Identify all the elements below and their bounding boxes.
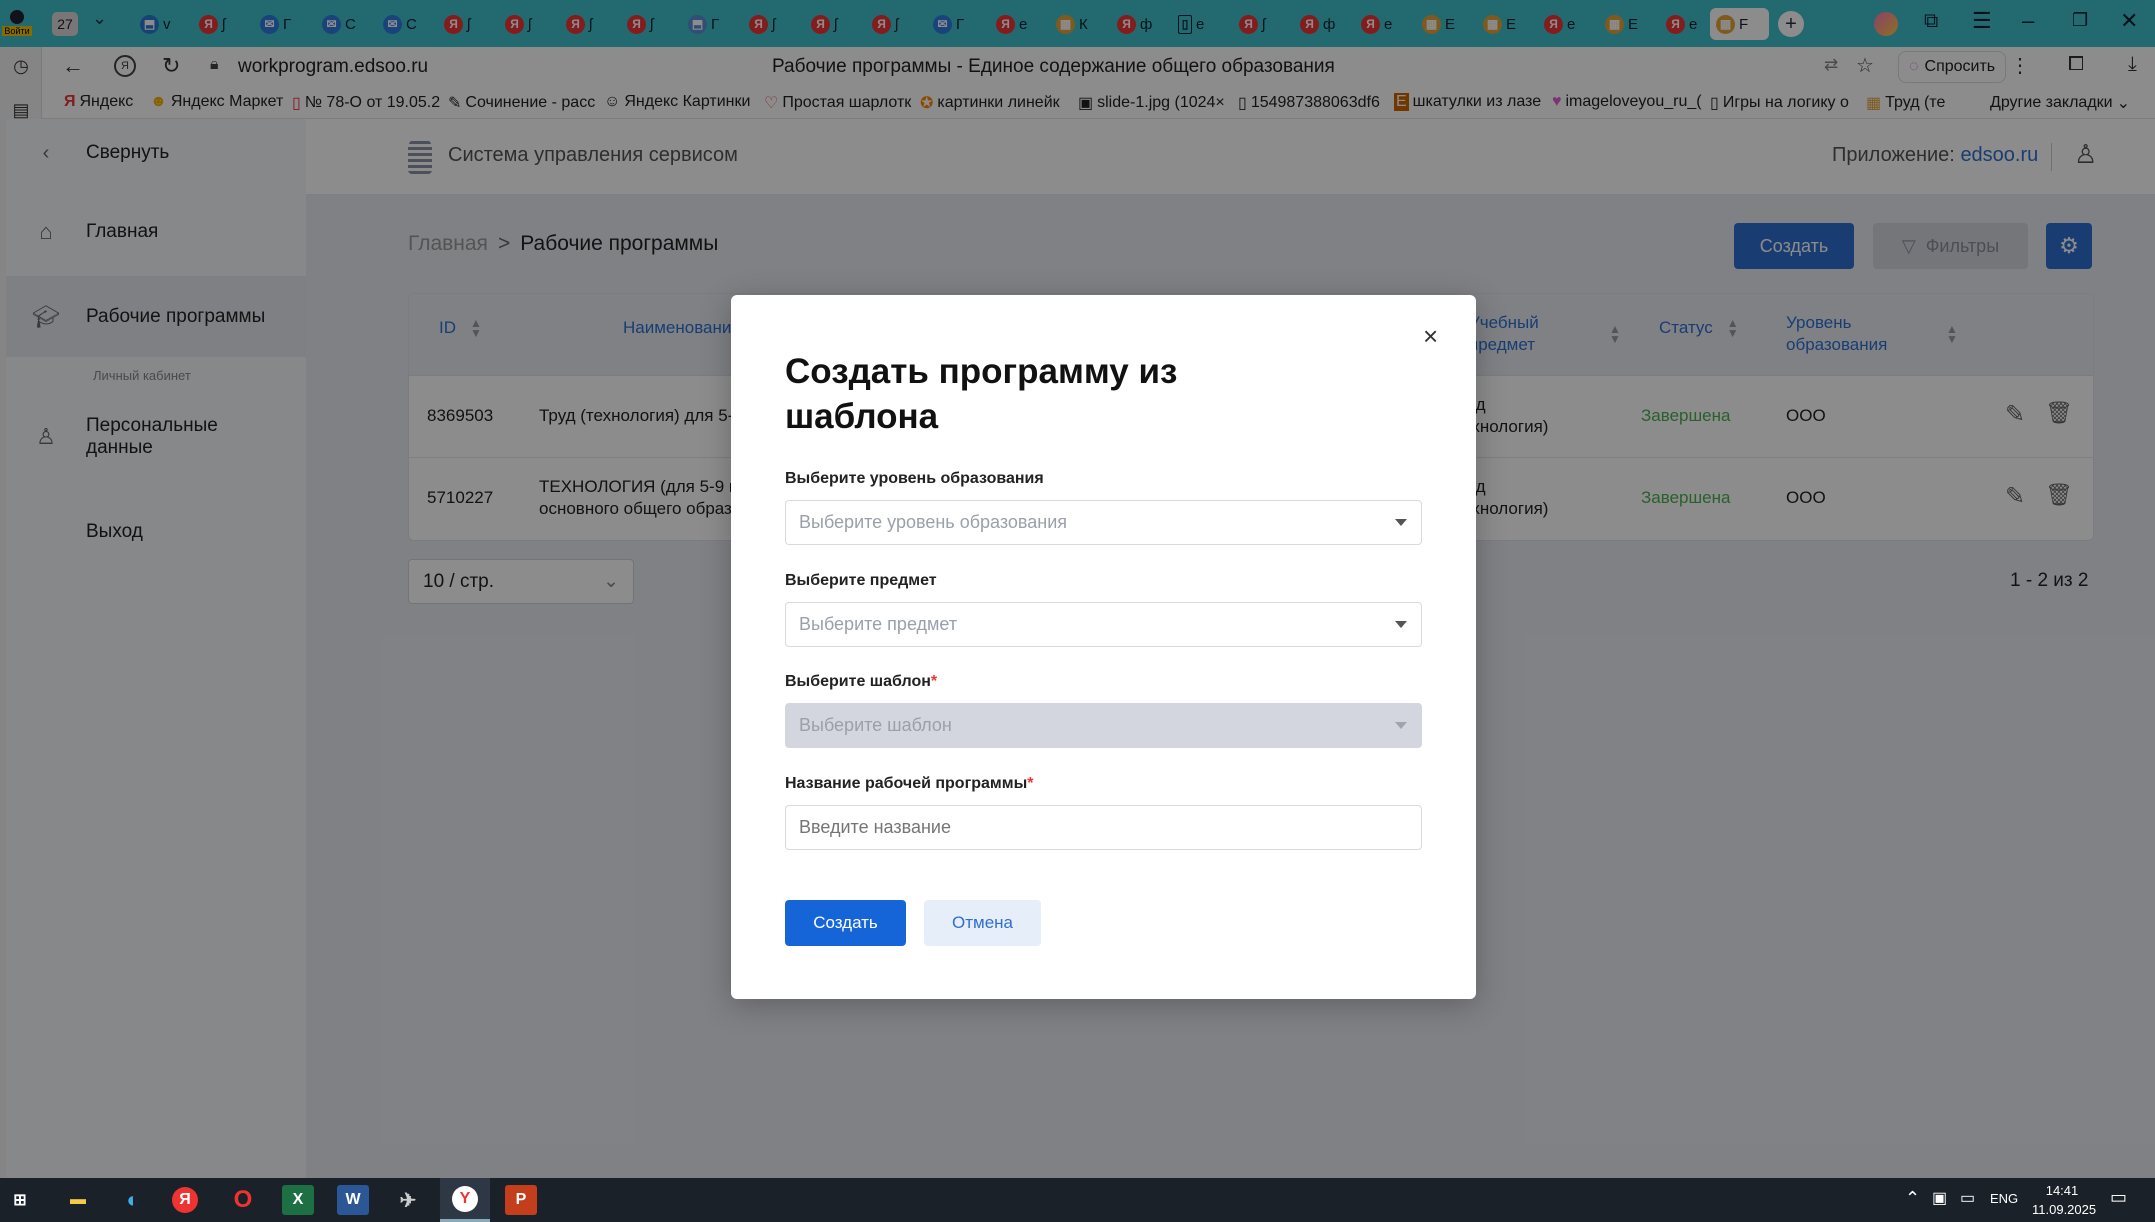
template-label: Выберите шаблон* [785, 673, 938, 690]
required-mark: * [930, 673, 938, 690]
caret-down-icon [1395, 621, 1407, 628]
modal-title: Создать программу из шаблона [785, 352, 1178, 436]
explorer-icon[interactable]: ▬ [62, 1185, 94, 1215]
caret-down-icon [1395, 722, 1407, 729]
edge-icon[interactable]: ◐ [117, 1185, 149, 1215]
level-select[interactable]: Выберите уровень образования [785, 500, 1422, 545]
yandex-browser-icon[interactable]: Y [440, 1178, 490, 1222]
app-icon[interactable]: ✈ [392, 1185, 424, 1215]
clock[interactable]: 14:41 11.09.2025 [2032, 1181, 2096, 1219]
powerpoint-icon[interactable]: P [505, 1185, 537, 1215]
opera-icon[interactable]: O [227, 1185, 259, 1215]
word-icon[interactable]: W [337, 1185, 369, 1215]
submit-button[interactable]: Создать [785, 900, 906, 946]
tray-display-icon[interactable]: ▭ [1960, 1188, 1975, 1208]
template-select[interactable]: Выберите шаблон [785, 703, 1422, 748]
taskbar: ⊞ ▬ ◐ Я O X W ✈ Y P ⌃ ▣ ▭ ENG 14:41 11.0… [0, 1178, 2155, 1222]
caret-down-icon [1395, 519, 1407, 526]
cancel-button[interactable]: Отмена [924, 900, 1041, 946]
name-label: Название рабочей программы* [785, 775, 1034, 792]
excel-icon[interactable]: X [282, 1185, 314, 1215]
subject-select[interactable]: Выберите предмет [785, 602, 1422, 647]
windows-start-icon[interactable]: ⊞ [4, 1185, 36, 1215]
language-indicator[interactable]: ENG [1990, 1191, 2018, 1206]
tray-network-icon[interactable]: ▣ [1932, 1188, 1947, 1208]
subject-label: Выберите предмет [785, 572, 937, 589]
tray-chevron-icon[interactable]: ⌃ [1905, 1188, 1920, 1209]
yandex-icon[interactable]: Я [172, 1187, 198, 1213]
close-icon[interactable]: × [1423, 321, 1438, 352]
level-label: Выберите уровень образования [785, 470, 1044, 487]
required-mark: * [1027, 775, 1034, 792]
program-name-input[interactable] [785, 805, 1422, 850]
notifications-icon[interactable]: ▭ [2110, 1187, 2127, 1208]
create-program-modal: × Создать программу из шаблона Выберите … [731, 295, 1476, 999]
